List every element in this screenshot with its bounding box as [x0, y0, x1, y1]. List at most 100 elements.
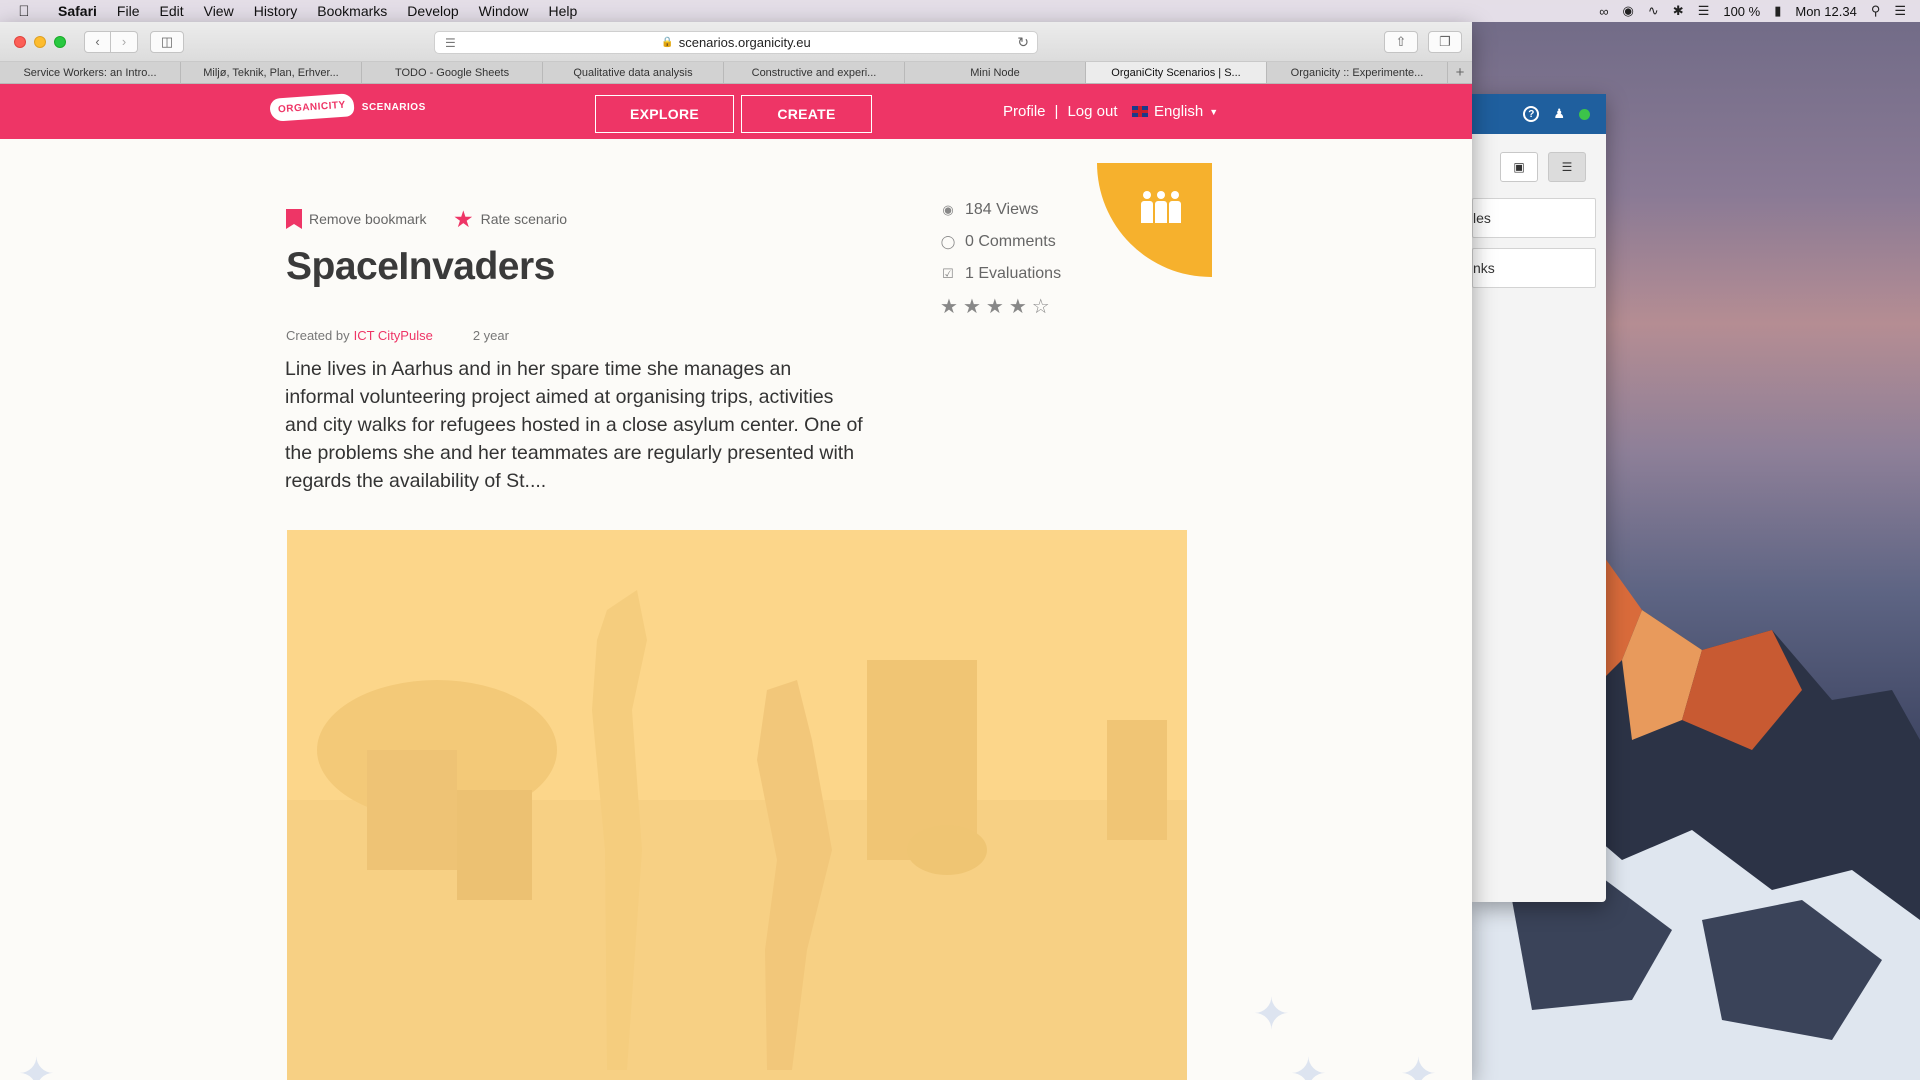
- pulse-tray-icon[interactable]: ∿: [1648, 3, 1659, 19]
- uk-flag-icon: [1132, 106, 1148, 117]
- reader-view-icon[interactable]: ☰: [445, 36, 456, 50]
- zoom-window-button[interactable]: [54, 35, 66, 48]
- eye-tray-icon[interactable]: ◉: [1623, 3, 1634, 19]
- background-window-header: ? ♟: [1472, 94, 1606, 134]
- clock[interactable]: Mon 12.34: [1795, 4, 1856, 19]
- notification-center-icon[interactable]: ☰: [1894, 3, 1906, 19]
- scenario-stats: ◉ 184 Views ◯ 0 Comments ☑ 1 Evaluations…: [940, 194, 1061, 319]
- logo-subtitle: SCENARIOS: [361, 102, 426, 113]
- help-icon[interactable]: ?: [1523, 106, 1540, 122]
- online-status-dot: [1579, 108, 1590, 120]
- star-filled-icon[interactable]: ★: [986, 294, 1004, 319]
- community-badge: [1097, 163, 1212, 277]
- list-view-icon[interactable]: ☰: [1548, 152, 1586, 182]
- decorative-star-icon: ✦: [1400, 1050, 1437, 1080]
- menu-app-safari[interactable]: Safari: [48, 3, 107, 19]
- share-button[interactable]: ⇧: [1384, 31, 1418, 53]
- bookmark-icon: [286, 209, 302, 229]
- tab-organicity-experimenters[interactable]: Organicity :: Experimente...: [1267, 62, 1448, 83]
- checkbox-icon: ☑: [942, 266, 954, 281]
- reload-icon[interactable]: ↻: [1017, 34, 1029, 51]
- tab-todo-google-sheets[interactable]: TODO - Google Sheets: [362, 62, 543, 83]
- decorative-star-icon: ✦: [18, 1050, 55, 1080]
- menu-window[interactable]: Window: [469, 3, 539, 19]
- menu-bar:  Safari File Edit View History Bookmark…: [0, 0, 1920, 22]
- address-bar[interactable]: ☰ 🔒 scenarios.organicity.eu ↻: [434, 31, 1038, 54]
- sidebar-toggle-button[interactable]: ◫: [150, 30, 184, 53]
- organicity-logo[interactable]: ORGANICITY SCENARIOS: [269, 93, 426, 122]
- star-icon: ★: [453, 206, 474, 232]
- scenario-title: SpaceInvaders: [286, 245, 555, 288]
- battery-percent: 100 %: [1723, 3, 1761, 19]
- tab-service-workers[interactable]: Service Workers: an Intro...: [0, 62, 181, 83]
- bluetooth-icon[interactable]: ✱: [1673, 3, 1684, 19]
- video-camera-icon[interactable]: ▣: [1500, 152, 1538, 182]
- evaluations-count: 1 Evaluations: [965, 265, 1062, 282]
- back-button[interactable]: ‹: [84, 30, 111, 53]
- wifi-icon[interactable]: ☰: [1698, 3, 1710, 19]
- lock-icon: 🔒: [661, 37, 674, 48]
- apple-menu-icon[interactable]: : [0, 3, 48, 20]
- site-header: ORGANICITY SCENARIOS EXPLORE CREATE Prof…: [0, 84, 1472, 139]
- link-separator: |: [1054, 103, 1059, 120]
- create-button[interactable]: CREATE: [741, 95, 872, 133]
- url-text: scenarios.organicity.eu: [678, 35, 811, 50]
- profile-link[interactable]: Profile: [1003, 103, 1046, 120]
- user-links: Profile | Log out: [1003, 103, 1117, 120]
- decorative-star-icon: ✦: [1290, 1050, 1327, 1080]
- author-link[interactable]: ICT CityPulse: [354, 328, 433, 343]
- new-tab-button[interactable]: +: [1448, 62, 1472, 83]
- menu-develop[interactable]: Develop: [397, 3, 468, 19]
- scenario-age: 2 year: [472, 328, 509, 343]
- star-filled-icon[interactable]: ★: [963, 294, 981, 319]
- views-count: 184 Views: [965, 201, 1039, 218]
- close-window-button[interactable]: [14, 35, 26, 48]
- menu-edit[interactable]: Edit: [149, 3, 193, 19]
- rate-scenario-button[interactable]: ★ Rate scenario: [453, 206, 567, 232]
- menu-help[interactable]: Help: [538, 3, 587, 19]
- remove-bookmark-label: Remove bookmark: [309, 211, 427, 227]
- background-app-window: ? ♟ ▣ ☰ les nks: [1472, 94, 1606, 902]
- logo-text: ORGANICITY: [269, 93, 355, 122]
- scenario-content: Remove bookmark ★ Rate scenario SpaceInv…: [0, 139, 1472, 1080]
- tab-miljo-teknik[interactable]: Miljø, Teknik, Plan, Erhver...: [181, 62, 362, 83]
- tab-qualitative-data-analysis[interactable]: Qualitative data analysis: [543, 62, 724, 83]
- battery-icon[interactable]: ▮: [1774, 3, 1781, 19]
- menu-view[interactable]: View: [194, 3, 244, 19]
- scenario-description: Line lives in Aarhus and in her spare ti…: [285, 358, 863, 492]
- show-all-tabs-button[interactable]: ❐: [1428, 31, 1462, 53]
- menu-file[interactable]: File: [107, 3, 150, 19]
- comments-count: 0 Comments: [965, 233, 1056, 250]
- user-icon[interactable]: ♟: [1553, 106, 1565, 122]
- people-group-icon: [1141, 191, 1181, 223]
- scenario-image: [287, 530, 1187, 1080]
- star-empty-icon[interactable]: ☆: [1032, 294, 1050, 319]
- background-window-field-1[interactable]: les: [1472, 198, 1596, 238]
- caret-down-icon: ▼: [1209, 106, 1219, 117]
- logout-link[interactable]: Log out: [1067, 103, 1117, 120]
- language-selector[interactable]: English ▼: [1132, 103, 1218, 120]
- decorative-star-icon: ✦: [1253, 990, 1290, 1039]
- remove-bookmark-button[interactable]: Remove bookmark: [286, 209, 427, 229]
- created-by-label: Created by: [286, 328, 350, 343]
- menu-bookmarks[interactable]: Bookmarks: [307, 3, 397, 19]
- spotlight-search-icon[interactable]: ⚲: [1871, 3, 1881, 19]
- background-window-field-2[interactable]: nks: [1472, 248, 1596, 288]
- language-label: English: [1154, 103, 1204, 120]
- star-filled-icon[interactable]: ★: [940, 294, 958, 319]
- tab-constructive-experi[interactable]: Constructive and experi...: [724, 62, 905, 83]
- comments-stat[interactable]: ◯ 0 Comments: [940, 226, 1061, 258]
- tab-bar: Service Workers: an Intro... Miljø, Tekn…: [0, 62, 1472, 84]
- menu-history[interactable]: History: [244, 3, 308, 19]
- explore-button[interactable]: EXPLORE: [595, 95, 734, 133]
- forward-button[interactable]: ›: [111, 30, 138, 53]
- infinity-tray-icon[interactable]: ∞: [1599, 4, 1608, 19]
- eye-icon: ◉: [942, 202, 954, 217]
- evaluations-stat[interactable]: ☑ 1 Evaluations: [940, 258, 1061, 290]
- minimize-window-button[interactable]: [34, 35, 46, 48]
- star-rating: ★ ★ ★ ★ ☆: [940, 294, 1061, 319]
- scenario-meta: Created by ICT CityPulse 2 year: [286, 328, 509, 343]
- star-filled-icon[interactable]: ★: [1009, 294, 1027, 319]
- tab-mini-node[interactable]: Mini Node: [905, 62, 1086, 83]
- tab-organicity-scenarios[interactable]: OrganiCity Scenarios | S...: [1086, 62, 1267, 83]
